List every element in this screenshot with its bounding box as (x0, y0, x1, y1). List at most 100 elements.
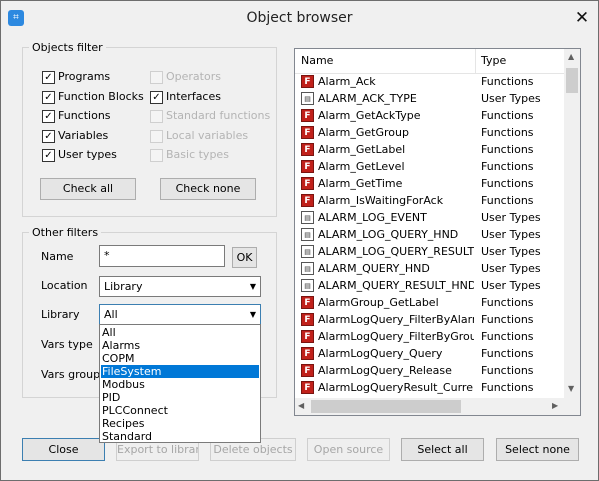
column-header-name[interactable]: Name (301, 54, 333, 67)
row-type: Functions (481, 126, 534, 139)
list-row[interactable]: ▤ ALARM_LOG_QUERY_RESULT... User Types (295, 244, 564, 261)
scroll-up-icon[interactable]: ▲ (568, 52, 574, 61)
function-icon: F (301, 347, 314, 360)
list-row[interactable]: ▤ ALARM_LOG_EVENT User Types (295, 210, 564, 227)
horizontal-scrollbar[interactable]: ◀ ▶ (295, 398, 564, 415)
horizontal-scroll-thumb[interactable] (311, 400, 461, 413)
title-bar: ⌗ Object browser ✕ (1, 1, 598, 37)
row-name: Alarm_IsWaitingForAck (318, 194, 444, 207)
list-row[interactable]: F Alarm_GetGroup Functions (295, 125, 564, 142)
check-none-button[interactable]: Check none (160, 178, 256, 200)
row-name: Alarm_Ack (318, 75, 376, 88)
library-option-copm[interactable]: COPM (101, 352, 259, 365)
check-mark-icon: ✓ (150, 91, 163, 104)
list-row[interactable]: ▤ ALARM_QUERY_HND User Types (295, 261, 564, 278)
list-row[interactable]: F AlarmLogQuery_Query Functions (295, 346, 564, 363)
list-row[interactable]: F AlarmLogQuery_FilterByGroup Functions (295, 329, 564, 346)
list-row[interactable]: ▤ ALARM_LOG_QUERY_HND User Types (295, 227, 564, 244)
check-all-button[interactable]: Check all (40, 178, 136, 200)
library-option-recipes[interactable]: Recipes (101, 417, 259, 430)
user-type-icon: ▤ (301, 245, 314, 258)
scrollbar-corner (564, 398, 580, 415)
checkbox-label: User types (58, 148, 117, 161)
column-divider[interactable] (475, 49, 476, 73)
select-all-button[interactable]: Select all (401, 438, 484, 461)
row-name: AlarmGroup_GetLabel (318, 296, 439, 309)
row-name: Alarm_GetAckType (318, 109, 421, 122)
user-type-icon: ▤ (301, 228, 314, 241)
chevron-down-icon: ▼ (249, 310, 256, 319)
select-none-button[interactable]: Select none (496, 438, 579, 461)
row-type: Functions (481, 330, 534, 343)
row-type: User Types (481, 92, 541, 105)
row-type: Functions (481, 296, 534, 309)
row-name: AlarmLogQueryResult_Current (318, 381, 474, 394)
library-option-pid[interactable]: PID (101, 391, 259, 404)
row-name: Alarm_GetTime (318, 177, 403, 190)
list-row[interactable]: F AlarmLogQueryResult_Current Functions (295, 380, 564, 397)
scroll-right-icon[interactable]: ▶ (552, 401, 558, 410)
list-row[interactable]: F AlarmLogQuery_Release Functions (295, 363, 564, 380)
open-source-button[interactable]: Open source (307, 438, 390, 461)
vars-type-label: Vars type (41, 338, 93, 351)
function-icon: F (301, 313, 314, 326)
vertical-scroll-thumb[interactable] (566, 68, 578, 93)
function-icon: F (301, 126, 314, 139)
row-type: Functions (481, 347, 534, 360)
library-option-plcconnect[interactable]: PLCConnect (101, 404, 259, 417)
library-option-filesystem[interactable]: FileSystem (101, 365, 259, 378)
row-type: Functions (481, 75, 534, 88)
library-select[interactable]: All ▼ (99, 304, 261, 325)
checkbox-label: Local variables (166, 129, 249, 142)
location-select-value: Library (104, 280, 143, 293)
row-name: AlarmLogQuery_Query (318, 347, 443, 360)
vertical-scrollbar[interactable]: ▲ ▼ (564, 49, 580, 398)
column-header-type[interactable]: Type (481, 54, 506, 67)
function-icon: F (301, 381, 314, 394)
row-name: ALARM_QUERY_RESULT_HND (318, 279, 474, 292)
checkbox-label: Function Blocks (58, 90, 144, 103)
list-row[interactable]: F Alarm_GetTime Functions (295, 176, 564, 193)
name-input[interactable]: * (99, 245, 225, 267)
checkbox-label: Functions (58, 109, 111, 122)
library-option-standard[interactable]: Standard (101, 430, 259, 443)
row-name: AlarmLogQuery_Release (318, 364, 452, 377)
row-type: Functions (481, 177, 534, 190)
function-icon: F (301, 330, 314, 343)
chevron-down-icon: ▼ (249, 282, 256, 291)
row-type: Functions (481, 381, 534, 394)
window-title: Object browser (246, 10, 353, 26)
user-type-icon: ▤ (301, 92, 314, 105)
list-row[interactable]: ▤ ALARM_QUERY_RESULT_HND User Types (295, 278, 564, 295)
library-option-all[interactable]: All (101, 326, 259, 339)
list-row[interactable]: F Alarm_IsWaitingForAck Functions (295, 193, 564, 210)
checkbox-label: Interfaces (166, 90, 221, 103)
function-icon: F (301, 109, 314, 122)
objects-filter-legend: Objects filter (32, 41, 103, 54)
ok-button[interactable]: OK (232, 247, 257, 268)
list-row[interactable]: F AlarmGroup_GetLabel Functions (295, 295, 564, 312)
list-row[interactable]: ▤ ALARM_ACK_TYPE User Types (295, 91, 564, 108)
scroll-left-icon[interactable]: ◀ (298, 401, 304, 410)
location-select[interactable]: Library ▼ (99, 276, 261, 297)
row-name: AlarmLogQuery_FilterByAlarm (318, 313, 474, 326)
list-row[interactable]: F Alarm_GetAckType Functions (295, 108, 564, 125)
close-button[interactable]: Close (22, 438, 105, 461)
name-input-value: * (104, 249, 110, 262)
checkbox-label: Operators (166, 70, 221, 83)
object-browser-window: ⌗ Object browser ✕ Objects filter ✓ Prog… (0, 0, 599, 481)
row-type: User Types (481, 279, 541, 292)
object-list[interactable]: Name Type F Alarm_Ack Functions ▤ ALARM_ACK… (294, 48, 581, 416)
scroll-down-icon[interactable]: ▼ (568, 384, 574, 393)
list-row[interactable]: F Alarm_Ack Functions (295, 74, 564, 91)
function-icon: F (301, 177, 314, 190)
library-option-alarms[interactable]: Alarms (101, 339, 259, 352)
close-window-icon[interactable]: ✕ (567, 5, 597, 31)
list-row[interactable]: F Alarm_GetLabel Functions (295, 142, 564, 159)
library-option-modbus[interactable]: Modbus (101, 378, 259, 391)
list-row[interactable]: F AlarmLogQuery_FilterByAlarm Functions (295, 312, 564, 329)
list-row[interactable]: F Alarm_GetLevel Functions (295, 159, 564, 176)
library-select-value: All (104, 308, 118, 321)
row-type: User Types (481, 262, 541, 275)
row-name: AlarmLogQuery_FilterByGroup (318, 330, 474, 343)
